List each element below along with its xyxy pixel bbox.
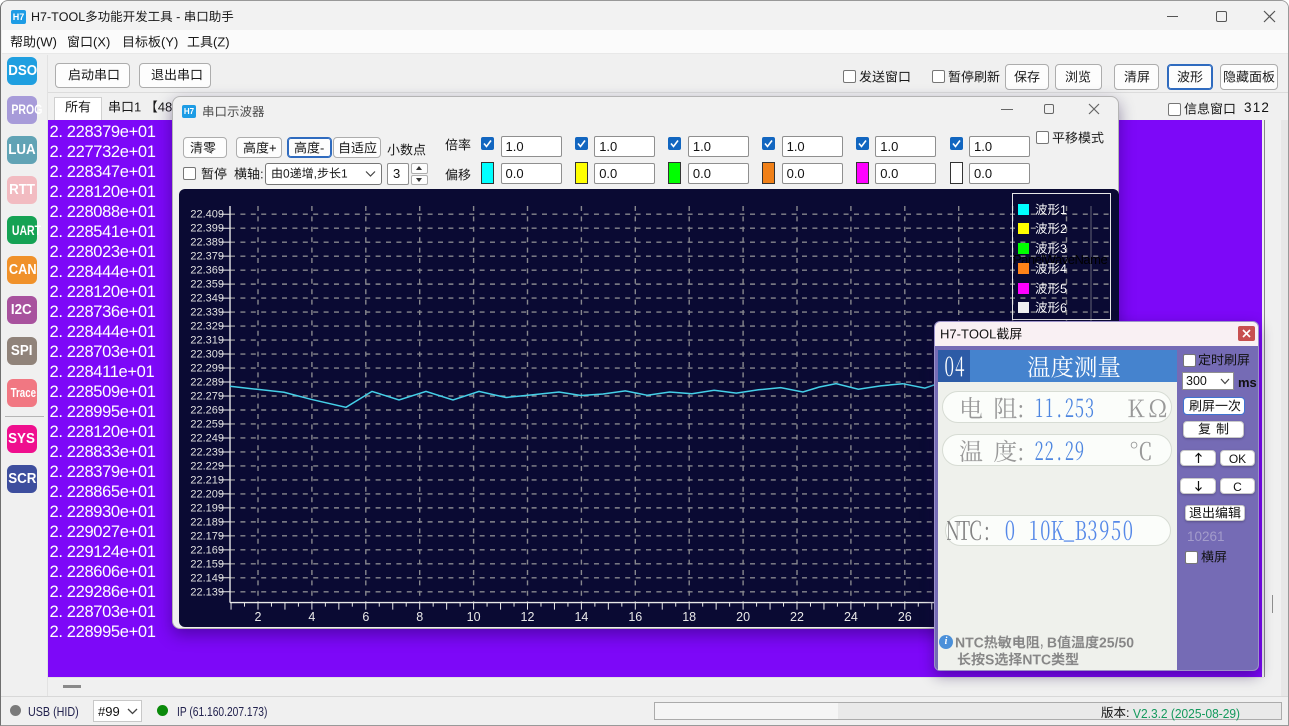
svg-text:4: 4 <box>308 610 315 624</box>
svg-text:22.379: 22.379 <box>190 251 224 263</box>
svg-text:2: 2 <box>255 610 262 624</box>
svg-text:22.239: 22.239 <box>190 446 224 458</box>
svg-text:22.199: 22.199 <box>190 502 224 514</box>
svg-text:22.249: 22.249 <box>190 432 224 444</box>
svg-text:22.409: 22.409 <box>190 209 224 221</box>
svg-text:26: 26 <box>898 610 912 624</box>
svg-text:16: 16 <box>628 610 642 624</box>
svg-text:22.339: 22.339 <box>190 307 224 319</box>
svg-text:22.189: 22.189 <box>190 516 224 528</box>
svg-text:22.329: 22.329 <box>190 321 224 333</box>
svg-text:24: 24 <box>844 610 858 624</box>
svg-text:22.229: 22.229 <box>190 460 224 472</box>
svg-text:22.259: 22.259 <box>190 418 224 430</box>
svg-text:22.169: 22.169 <box>190 544 224 556</box>
svg-text:22.399: 22.399 <box>190 223 224 235</box>
svg-text:22.299: 22.299 <box>190 363 224 375</box>
svg-text:22.209: 22.209 <box>190 488 224 500</box>
svg-text:22.139: 22.139 <box>190 586 224 598</box>
svg-text:18: 18 <box>682 610 696 624</box>
svg-text:22.289: 22.289 <box>190 377 224 389</box>
svg-text:22.219: 22.219 <box>190 474 224 486</box>
svg-text:20: 20 <box>736 610 750 624</box>
svg-text:22.359: 22.359 <box>190 279 224 291</box>
svg-text:6: 6 <box>362 610 369 624</box>
svg-text:22.179: 22.179 <box>190 530 224 542</box>
svg-text:22: 22 <box>790 610 804 624</box>
svg-text:10: 10 <box>467 610 481 624</box>
svg-text:22.389: 22.389 <box>190 237 224 249</box>
svg-text:22.349: 22.349 <box>190 293 224 305</box>
svg-text:22.279: 22.279 <box>190 391 224 403</box>
svg-text:14: 14 <box>574 610 588 624</box>
svg-text:22.149: 22.149 <box>190 572 224 584</box>
svg-text:12: 12 <box>521 610 535 624</box>
svg-text:22.369: 22.369 <box>190 265 224 277</box>
svg-text:8: 8 <box>416 610 423 624</box>
svg-text:22.309: 22.309 <box>190 349 224 361</box>
svg-text:22.319: 22.319 <box>190 335 224 347</box>
svg-text:22.269: 22.269 <box>190 404 224 416</box>
svg-text:22.159: 22.159 <box>190 558 224 570</box>
